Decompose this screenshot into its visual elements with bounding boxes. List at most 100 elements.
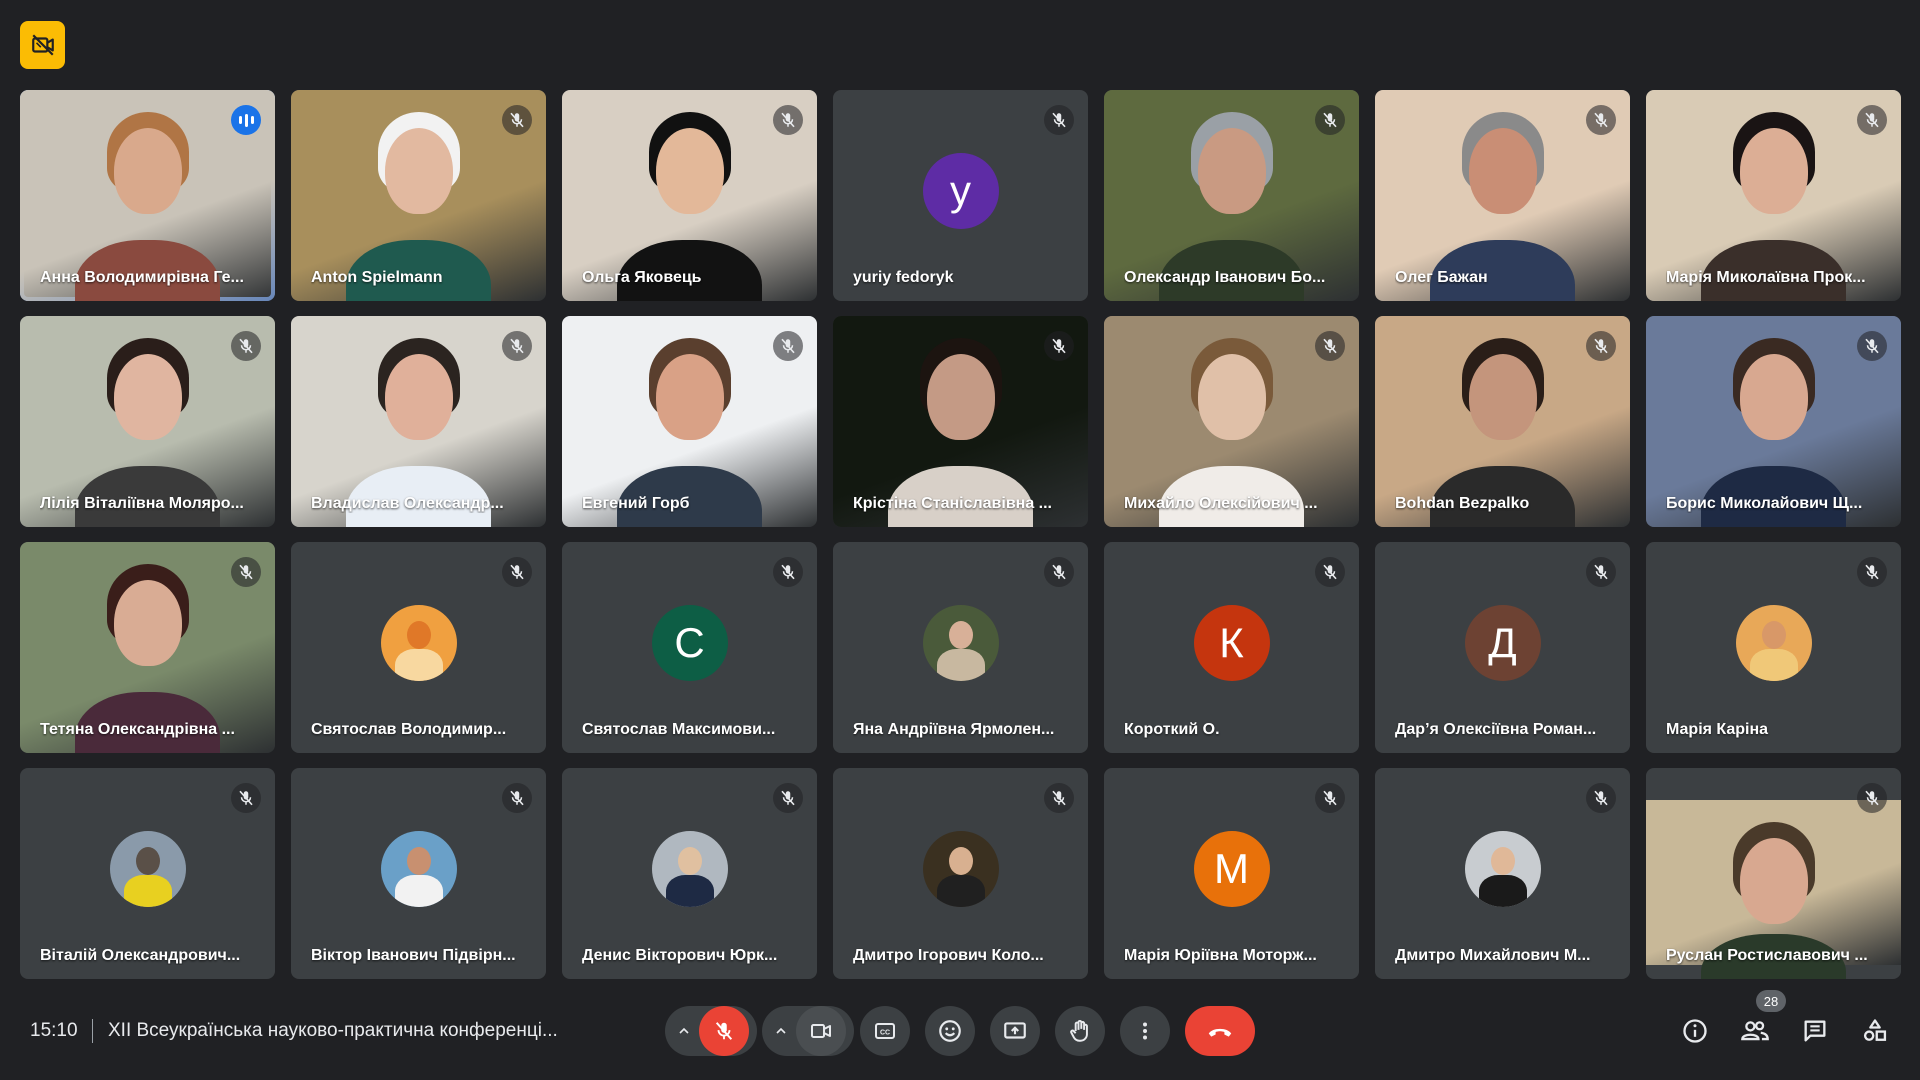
mic-off-icon xyxy=(1594,790,1608,806)
mic-off-indicator xyxy=(773,783,803,813)
mic-off-indicator xyxy=(1586,331,1616,361)
participant-tile[interactable]: Олександр Іванович Бо... xyxy=(1104,90,1359,301)
participant-avatar: М xyxy=(1193,831,1270,908)
participant-tile[interactable]: Денис Вікторович Юрк... xyxy=(562,768,817,979)
participant-tile[interactable]: Михайло Олексійович ... xyxy=(1104,316,1359,527)
mic-off-indicator xyxy=(1586,557,1616,587)
mic-off-indicator xyxy=(1044,331,1074,361)
recording-indicator-icon[interactable] xyxy=(20,21,65,69)
mic-off-icon xyxy=(781,564,795,580)
participant-tile[interactable]: Anton Spielmann xyxy=(291,90,546,301)
leave-call-button[interactable] xyxy=(1185,1006,1255,1056)
participant-name: Михайло Олексійович ... xyxy=(1124,495,1318,512)
participant-name: Anton Spielmann xyxy=(311,269,443,286)
mic-off-indicator xyxy=(773,557,803,587)
participant-name: Короткий О. xyxy=(1124,721,1220,738)
meeting-info-button[interactable] xyxy=(1671,1006,1719,1056)
mic-off-indicator xyxy=(502,557,532,587)
participant-tile[interactable]: Ольга Яковець xyxy=(562,90,817,301)
mic-off-indicator xyxy=(1044,105,1074,135)
participant-tile[interactable]: Марія Миколаївна Прок... xyxy=(1646,90,1901,301)
participant-tile[interactable]: y yuriy fedoryk xyxy=(833,90,1088,301)
participant-tile[interactable]: Bohdan Bezpalko xyxy=(1375,316,1630,527)
participant-tile[interactable]: Яна Андріївна Ярмолен... xyxy=(833,542,1088,753)
mic-off-indicator xyxy=(1315,557,1345,587)
avatar-initial: С xyxy=(674,619,705,667)
participant-tile[interactable]: Д Дар’я Олексіївна Роман... xyxy=(1375,542,1630,753)
mic-off-icon xyxy=(510,790,524,806)
chevron-up-icon xyxy=(679,1027,689,1034)
participant-name: Ольга Яковець xyxy=(582,269,702,286)
reactions-button[interactable] xyxy=(925,1006,975,1056)
mic-off-icon xyxy=(510,564,524,580)
mic-off-icon xyxy=(781,338,795,354)
participant-tile[interactable]: Олег Бажан xyxy=(1375,90,1630,301)
participant-tile[interactable]: Тетяна Олександрівна ... xyxy=(20,542,275,753)
mic-off-icon xyxy=(1052,564,1066,580)
participant-name: Віктор Іванович Підвірн... xyxy=(311,947,516,964)
participant-tile[interactable]: Дмитро Ігорович Коло... xyxy=(833,768,1088,979)
mic-off-icon xyxy=(1594,564,1608,580)
participant-name: Крістіна Станіславівна ... xyxy=(853,495,1052,512)
captions-button[interactable]: CC xyxy=(860,1006,910,1056)
participant-name: Марія Юріївна Моторж... xyxy=(1124,947,1317,964)
mic-off-indicator xyxy=(773,331,803,361)
more-options-button[interactable] xyxy=(1120,1006,1170,1056)
mic-control-group xyxy=(665,1006,757,1056)
participant-photo-avatar xyxy=(651,831,728,908)
camera-control-group xyxy=(762,1006,854,1056)
chat-button[interactable] xyxy=(1791,1006,1839,1056)
participant-tile[interactable]: Лілія Віталіївна Моляро... xyxy=(20,316,275,527)
mic-off-indicator xyxy=(502,105,532,135)
activities-button[interactable] xyxy=(1851,1006,1899,1056)
present-button[interactable] xyxy=(990,1006,1040,1056)
participant-name: Олег Бажан xyxy=(1395,269,1488,286)
people-button[interactable] xyxy=(1731,1006,1779,1056)
more-vert-icon xyxy=(1143,1022,1147,1040)
raise-hand-button[interactable] xyxy=(1055,1006,1105,1056)
participant-name: Bohdan Bezpalko xyxy=(1395,495,1530,512)
participant-tile[interactable]: М Марія Юріївна Моторж... xyxy=(1104,768,1359,979)
participant-tile[interactable]: Марія Каріна xyxy=(1646,542,1901,753)
participant-tile[interactable]: Крістіна Станіславівна ... xyxy=(833,316,1088,527)
mic-off-icon xyxy=(1052,790,1066,806)
mic-off-icon xyxy=(1865,338,1879,354)
mic-off-icon xyxy=(1052,112,1066,128)
camera-toggle-button[interactable] xyxy=(796,1006,846,1056)
participant-photo-avatar xyxy=(380,605,457,682)
mic-off-icon xyxy=(239,790,253,806)
speaking-indicator-icon xyxy=(231,105,261,135)
participant-tile[interactable]: Борис Миколайович Щ... xyxy=(1646,316,1901,527)
mic-toggle-button[interactable] xyxy=(699,1006,749,1056)
participant-name: Святослав Володимир... xyxy=(311,721,507,738)
mic-off-icon xyxy=(1323,338,1337,354)
participant-tile[interactable]: Владислав Олександр... xyxy=(291,316,546,527)
mic-off-icon xyxy=(1323,564,1337,580)
mic-off-icon xyxy=(239,564,253,580)
participant-name: Евгений Горб xyxy=(582,495,690,512)
participant-avatar: Д xyxy=(1464,605,1541,682)
mic-off-icon xyxy=(239,338,253,354)
participant-name: Денис Вікторович Юрк... xyxy=(582,947,778,964)
participant-tile[interactable]: Святослав Володимир... xyxy=(291,542,546,753)
mic-off-indicator xyxy=(502,783,532,813)
participant-tile[interactable]: Віктор Іванович Підвірн... xyxy=(291,768,546,979)
participant-photo-avatar xyxy=(922,831,999,908)
participant-tile[interactable]: Руслан Ростиславович ... xyxy=(1646,768,1901,979)
participant-tile[interactable]: Евгений Горб xyxy=(562,316,817,527)
mic-options-button[interactable] xyxy=(665,1006,703,1056)
call-end-icon xyxy=(1208,1028,1232,1037)
participant-tile[interactable]: Анна Володимирівна Ге... xyxy=(20,90,275,301)
participant-tile[interactable]: Віталій Олександрович... xyxy=(20,768,275,979)
participant-tile[interactable]: С Святослав Максимови... xyxy=(562,542,817,753)
mic-off-icon xyxy=(1865,112,1879,128)
participant-name: Тетяна Олександрівна ... xyxy=(40,721,235,738)
mic-off-icon xyxy=(510,338,524,354)
participant-tile[interactable]: Дмитро Михайлович М... xyxy=(1375,768,1630,979)
participant-name: Марія Каріна xyxy=(1666,721,1769,738)
participant-tile[interactable]: К Короткий О. xyxy=(1104,542,1359,753)
camera-options-button[interactable] xyxy=(762,1006,800,1056)
participant-name: Владислав Олександр... xyxy=(311,495,504,512)
hand-icon xyxy=(1070,1020,1088,1042)
participants-grid: Анна Володимирівна Ге... Anton Spielmann О… xyxy=(20,90,1901,979)
